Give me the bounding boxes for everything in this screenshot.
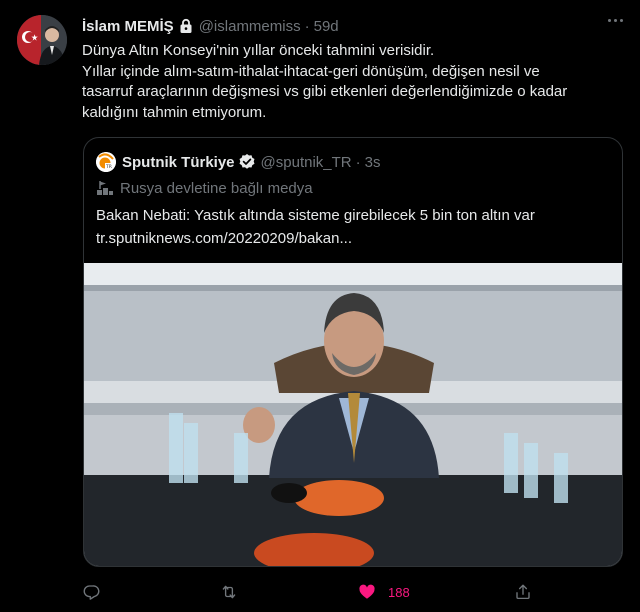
quoted-tweet[interactable]: TR Sputnik Türkiye @sputnik_TR · 3s Rusy… (83, 137, 623, 567)
reply-icon (83, 585, 100, 600)
author-handle[interactable]: @islammemiss (199, 18, 301, 35)
tweet-text-line: tasarruf araçlarının değişmesi vs gibi e… (82, 83, 568, 100)
tweet[interactable]: İslam MEMİŞ @islammemiss · 59d Dünya Alt… (0, 0, 640, 612)
quoted-text-line: Bakan Nebati: Yastık altında sisteme gir… (96, 207, 535, 224)
quoted-author-display-name[interactable]: Sputnik Türkiye (122, 154, 235, 171)
sputnik-avatar[interactable]: TR (96, 152, 116, 172)
tweet-text: Dünya Altın Konseyi'nin yıllar önceki ta… (82, 41, 622, 123)
state-affiliated-media-label[interactable]: Rusya devletine bağlı medya (96, 178, 313, 198)
tweet-text-line: Dünya Altın Konseyi'nin yıllar önceki ta… (82, 42, 435, 59)
reply-button[interactable] (82, 580, 100, 604)
more-dot (613, 18, 617, 22)
quoted-header-separator: · (355, 153, 361, 171)
share-button[interactable] (514, 580, 532, 604)
lock-icon (180, 18, 192, 33)
heart-filled-icon (359, 584, 375, 599)
more-dot (607, 18, 611, 22)
quoted-tweet-photo[interactable] (84, 263, 623, 567)
tweet-text-line: kaldığını tahmin etmiyorum. (82, 103, 267, 121)
retweet-icon (222, 585, 236, 599)
tweet-actions: 188 (82, 580, 542, 604)
tweet-timestamp[interactable]: 59d (314, 18, 339, 35)
header-separator: · (304, 17, 310, 35)
like-count: 188 (388, 584, 410, 600)
quoted-link-text[interactable]: tr.sputniknews.com/20220209/bakan... (96, 227, 611, 250)
verified-badge-icon (239, 154, 255, 169)
tweet-text-line: Yıllar içinde alım-satım-ithalat-ihtacat… (82, 62, 540, 80)
retweet-button[interactable] (220, 580, 238, 604)
quoted-tweet-text: Bakan Nebati: Yastık altında sisteme gir… (96, 204, 611, 250)
quoted-tweet-timestamp[interactable]: 3s (365, 154, 381, 171)
author-avatar[interactable] (17, 15, 67, 65)
avatar-image (17, 15, 67, 65)
tweet-header: İslam MEMİŞ @islammemiss · 59d (82, 16, 339, 36)
quoted-author-handle[interactable]: @sputnik_TR (261, 154, 352, 171)
flag-podium-icon (97, 181, 113, 195)
quoted-tweet-header: TR Sputnik Türkiye @sputnik_TR · 3s (96, 152, 380, 172)
like-button[interactable]: 188 (358, 580, 410, 604)
svg-text:TR: TR (105, 164, 112, 170)
more-dot (619, 18, 623, 22)
share-icon (516, 584, 530, 600)
state-label-text: Rusya devletine bağlı medya (120, 179, 313, 197)
author-display-name[interactable]: İslam MEMİŞ (82, 18, 174, 35)
more-options-button[interactable] (604, 12, 626, 28)
